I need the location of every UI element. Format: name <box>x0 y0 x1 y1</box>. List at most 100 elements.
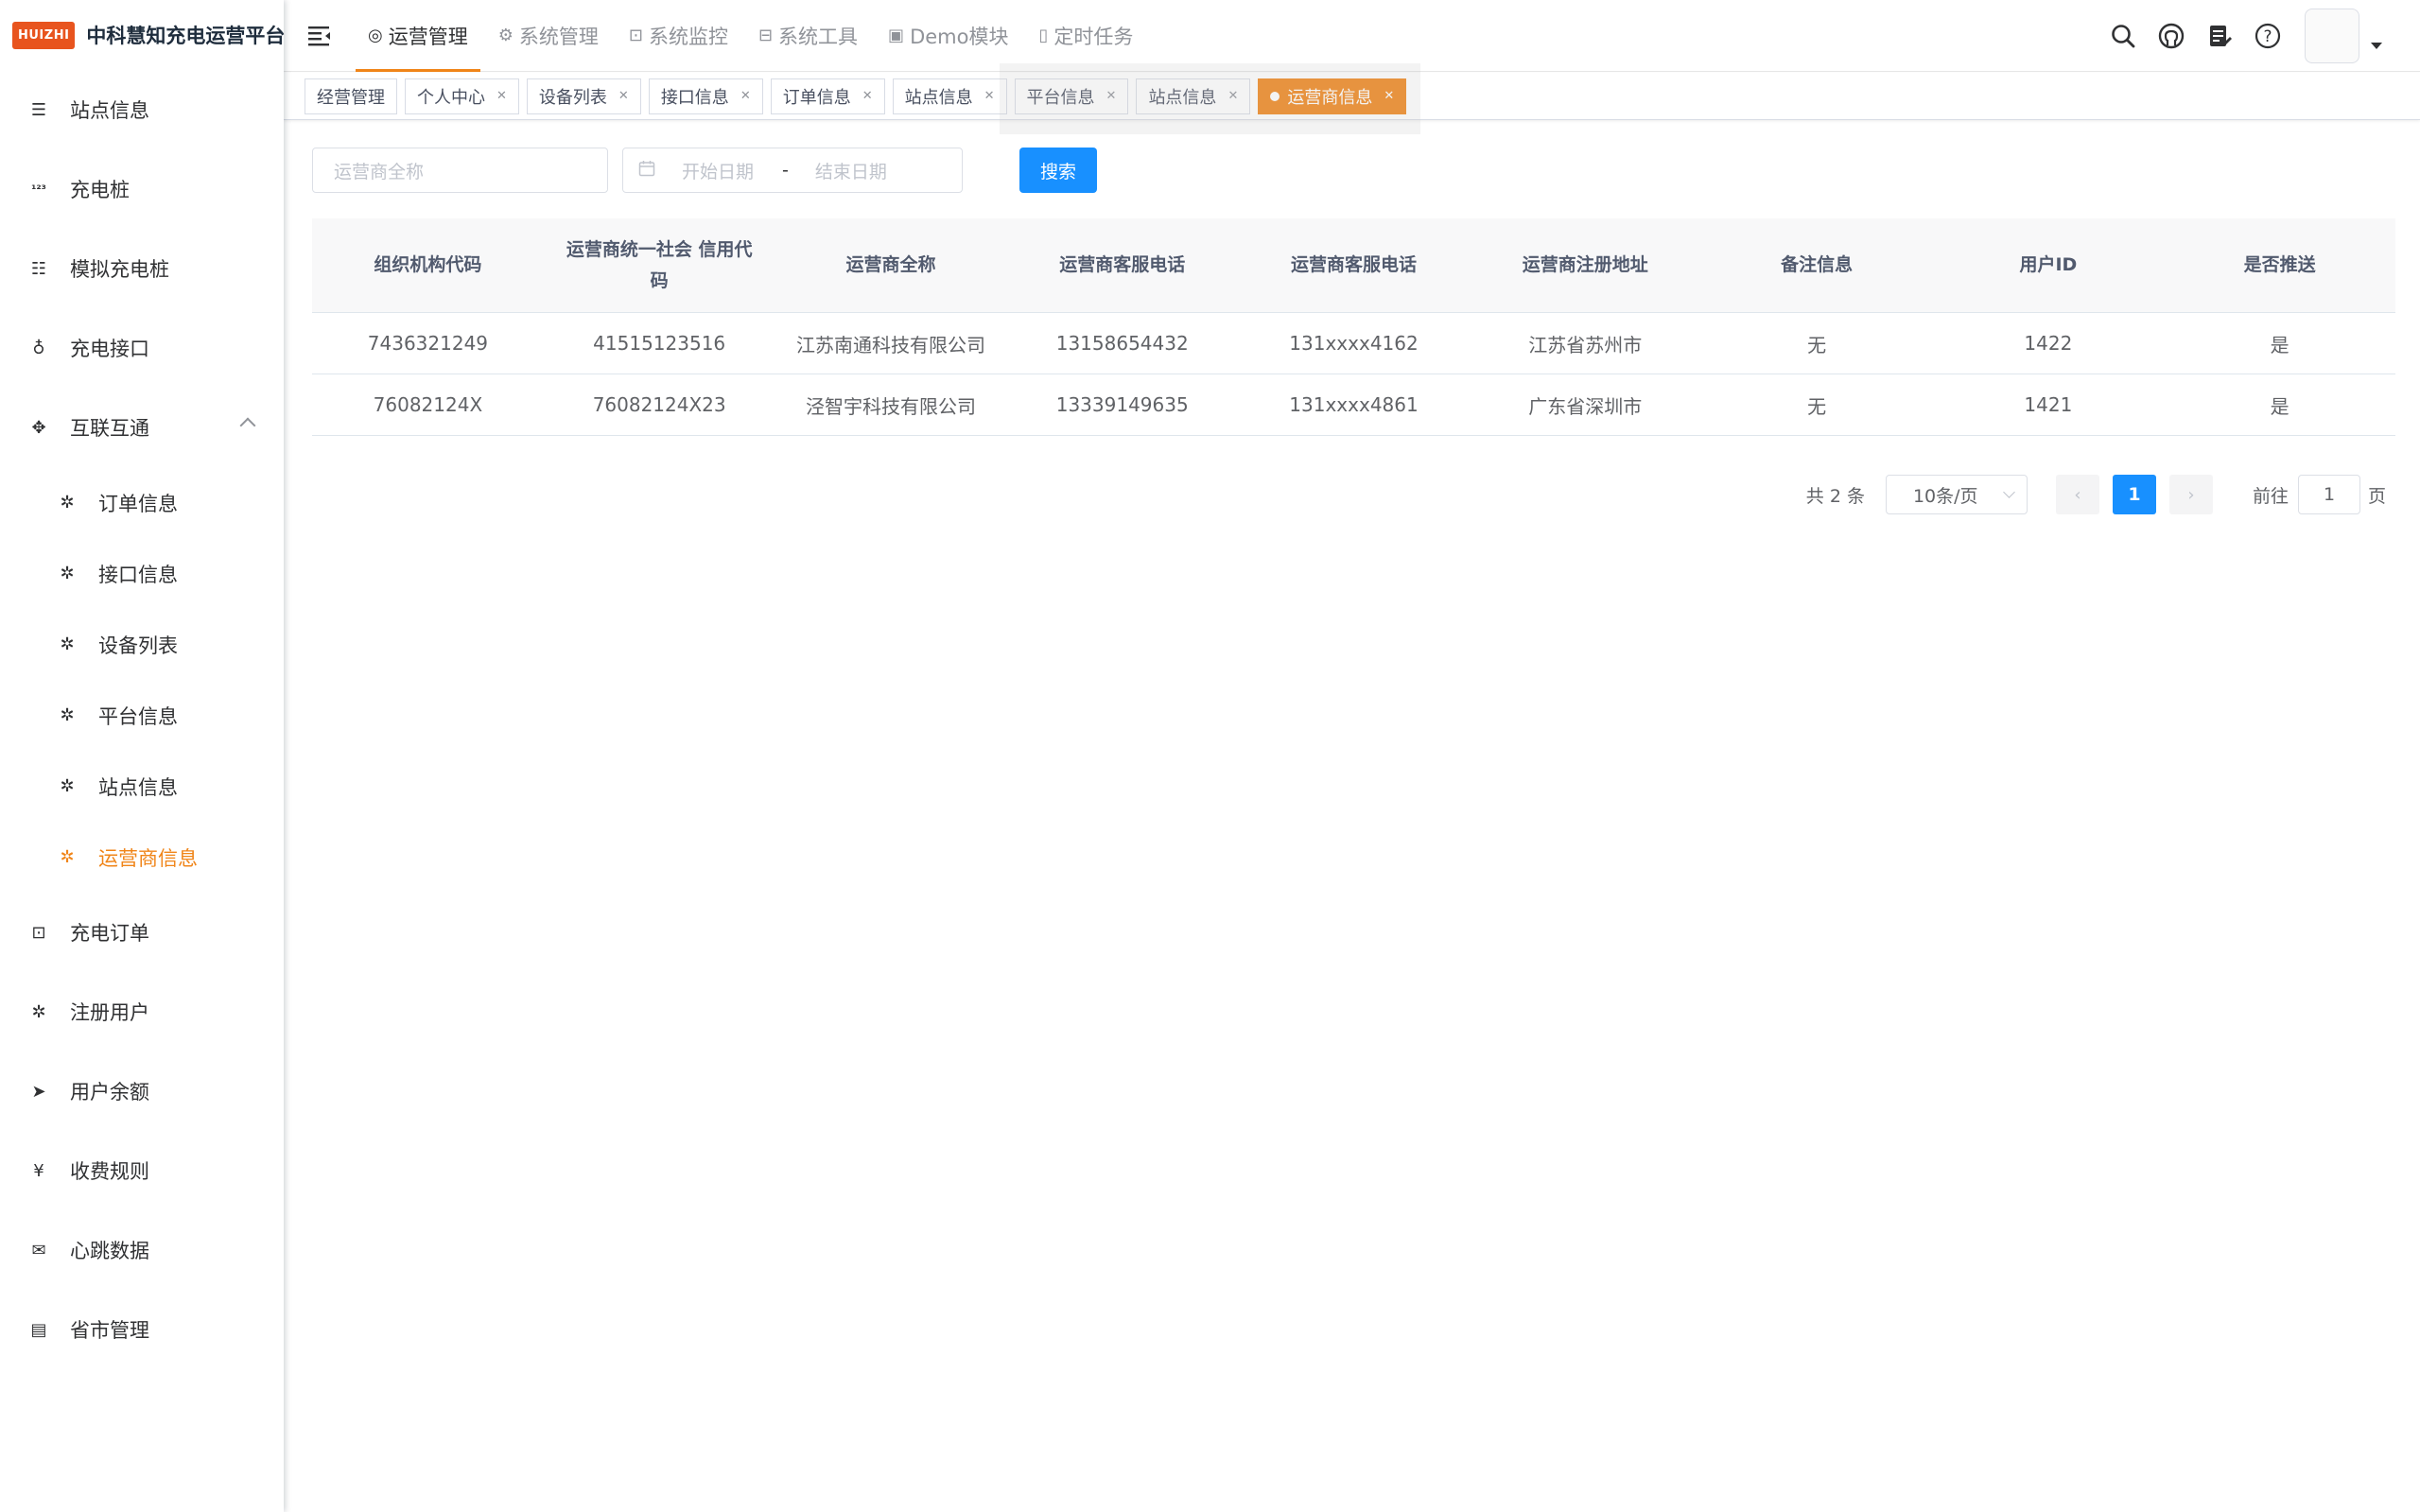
tag-business-management[interactable]: 经营管理 <box>305 78 397 114</box>
topnav-demo[interactable]: ▣ Demo模块 <box>876 0 1020 72</box>
topnav-system[interactable]: ⚙ 系统管理 <box>486 0 611 72</box>
table-cell: 41515123516 <box>593 332 726 355</box>
top-nav: ◎ 运营管理 ⚙ 系统管理 ⊡ 系统监控 ⊟ 系统工具 ▣ Demo模块 ▯ 定… <box>356 0 1151 72</box>
page-number-button[interactable]: 1 <box>2112 475 2156 514</box>
email-icon: ✉ <box>31 1240 46 1260</box>
page-size-select[interactable]: 10条/页 <box>1885 475 2028 514</box>
sidebar-subitem-label: 站点信息 <box>98 775 178 799</box>
topnav-label: 定时任务 <box>1053 25 1134 48</box>
prev-page-button[interactable]: ‹ <box>2055 475 2099 514</box>
sidebar-menu: ☰ 站点信息 ¹²³ 充电桩 ☷ 模拟充电桩 ♁ 充电接口 ✥ 互联互通 ✲ 订… <box>0 70 284 1369</box>
topnav-scheduled-tasks[interactable]: ▯ 定时任务 <box>1026 0 1145 72</box>
close-icon[interactable]: ✕ <box>862 89 873 103</box>
column-header: 运营商客服电话 <box>1059 254 1186 276</box>
sidebar-item-user-balance[interactable]: ➤ 用户余额 <box>0 1051 284 1131</box>
sidebar-subitem-platform-info[interactable]: ✲ 平台信息 <box>0 680 284 751</box>
sidebar-item-interconnect[interactable]: ✥ 互联互通 <box>0 388 284 467</box>
sidebar-subitem-interface-info[interactable]: ✲ 接口信息 <box>0 538 284 609</box>
goto-page-input[interactable]: 1 <box>2297 475 2360 514</box>
topnav-operations[interactable]: ◎ 运营管理 <box>356 0 480 72</box>
bug-icon: ✲ <box>60 493 75 513</box>
topnav-label: 系统监控 <box>648 25 728 48</box>
sidebar-item-station-info[interactable]: ☰ 站点信息 <box>0 70 284 149</box>
tag-station-info[interactable]: 站点信息 ✕ <box>892 78 1007 114</box>
bug-icon: ✲ <box>60 776 75 796</box>
sidebar-subitem-order-info[interactable]: ✲ 订单信息 <box>0 467 284 538</box>
dashboard-icon: ◎ <box>368 26 383 45</box>
sidebar-item-label: 用户余额 <box>70 1081 149 1104</box>
tag-order-info[interactable]: 订单信息 ✕ <box>770 78 885 114</box>
close-icon[interactable]: ✕ <box>740 89 751 103</box>
tag-device-list[interactable]: 设备列表 ✕ <box>526 78 641 114</box>
yen-icon: ¥ <box>33 1160 44 1181</box>
close-icon[interactable]: ✕ <box>618 89 629 103</box>
search-button[interactable]: 搜索 <box>1019 148 1097 193</box>
sidebar-item-province-city[interactable]: ▤ 省市管理 <box>0 1290 284 1369</box>
sidebar-subitem-label: 接口信息 <box>98 563 178 586</box>
sidebar-subitem-device-list[interactable]: ✲ 设备列表 <box>0 609 284 680</box>
topnav-monitor[interactable]: ⊡ 系统监控 <box>617 0 740 72</box>
table-row[interactable]: 7436321249 41515123516 江苏南通科技有限公司 131586… <box>312 313 2395 374</box>
sidebar-subitem-label: 设备列表 <box>98 634 178 657</box>
table-cell: 7436321249 <box>367 332 489 355</box>
table-cell: 1422 <box>2024 332 2073 355</box>
tag-label: 接口信息 <box>660 87 729 108</box>
sidebar-item-heartbeat-data[interactable]: ✉ 心跳数据 <box>0 1210 284 1290</box>
search-icon[interactable] <box>2109 22 2137 50</box>
pagination-total: 共 2 条 <box>1805 485 1865 507</box>
column-header: 运营商全称 <box>845 254 936 276</box>
topnav-tools[interactable]: ⊟ 系统工具 <box>746 0 870 72</box>
table-cell: 76082124X23 <box>592 393 726 416</box>
operator-name-input[interactable]: 运营商全称 <box>312 148 608 193</box>
sidebar-item-charging-orders[interactable]: ⊡ 充电订单 <box>0 893 284 972</box>
sidebar-item-charging-pile[interactable]: ¹²³ 充电桩 <box>0 149 284 229</box>
caret-down-icon[interactable] <box>2371 42 2382 49</box>
sidebar-item-label: 充电接口 <box>70 338 149 360</box>
monitor-icon: ⊡ <box>628 26 643 45</box>
next-page-button[interactable]: › <box>2168 475 2213 514</box>
table-row[interactable]: 76082124X 76082124X23 泾智宇科技有限公司 13339149… <box>312 374 2395 436</box>
logo[interactable]: HUIZHI 中科慧知充电运营平台 <box>0 0 285 70</box>
column-header: 组织机构代码 <box>374 254 482 276</box>
table-cell: 131xxxx4861 <box>1289 393 1419 416</box>
bug-icon: ✲ <box>60 705 75 725</box>
column-header: 运营商注册地址 <box>1522 254 1648 276</box>
tag-label: 个人中心 <box>417 87 485 108</box>
clipboard-icon: ▯ <box>1038 26 1049 45</box>
sidebar-subitem-operator-info[interactable]: ✲ 运营商信息 <box>0 822 284 893</box>
server-icon: ▤ <box>30 1319 47 1340</box>
sidebar-item-label: 充电订单 <box>70 922 149 945</box>
help-icon[interactable]: ? <box>2254 22 2282 50</box>
gear-icon: ⚙ <box>497 26 514 45</box>
sidebar-item-charging-port[interactable]: ♁ 充电接口 <box>0 308 284 388</box>
topnav-label: 运营管理 <box>388 25 468 48</box>
toolbox-icon: ⊟ <box>757 26 774 45</box>
email-icon: ▣ <box>888 26 905 45</box>
sidebar-subitem-label: 平台信息 <box>98 704 178 728</box>
document-icon[interactable] <box>2205 22 2234 50</box>
hamburger-icon[interactable] <box>284 0 356 72</box>
avatar[interactable] <box>2305 9 2359 63</box>
sidebar-subitem-station-info[interactable]: ✲ 站点信息 <box>0 751 284 822</box>
sidebar-item-simulated-pile[interactable]: ☷ 模拟充电桩 <box>0 229 284 308</box>
sidebar-item-fee-rules[interactable]: ¥ 收费规则 <box>0 1131 284 1210</box>
list-check-icon: ☷ <box>30 258 47 279</box>
topnav-label: 系统管理 <box>518 25 599 48</box>
page-unit-label: 页 <box>2367 485 2386 507</box>
sidebar-item-registered-users[interactable]: ✲ 注册用户 <box>0 972 284 1051</box>
start-date-input[interactable]: 开始日期 <box>682 158 754 183</box>
tag-personal-center[interactable]: 个人中心 ✕ <box>405 78 519 114</box>
close-icon[interactable]: ✕ <box>496 89 507 103</box>
end-date-input[interactable]: 结束日期 <box>815 158 887 183</box>
bug-icon: ✲ <box>60 847 75 867</box>
operator-table: 组织机构代码 运营商统一社会 信用代码 运营商全称 运营商客服电话 运营商客服电… <box>312 218 2395 436</box>
column-header: 运营商客服电话 <box>1291 254 1418 276</box>
right-toolbar: ? <box>2089 0 2382 72</box>
date-range-picker[interactable]: 开始日期 - 结束日期 <box>622 148 963 193</box>
search-form: 运营商全称 开始日期 - 结束日期 搜索 <box>312 148 1097 193</box>
github-icon[interactable] <box>2157 22 2185 50</box>
table-cell: 无 <box>1807 333 1827 356</box>
sidebar-item-label: 站点信息 <box>70 99 149 122</box>
close-icon[interactable]: ✕ <box>984 89 995 103</box>
tag-interface-info[interactable]: 接口信息 ✕ <box>648 78 763 114</box>
